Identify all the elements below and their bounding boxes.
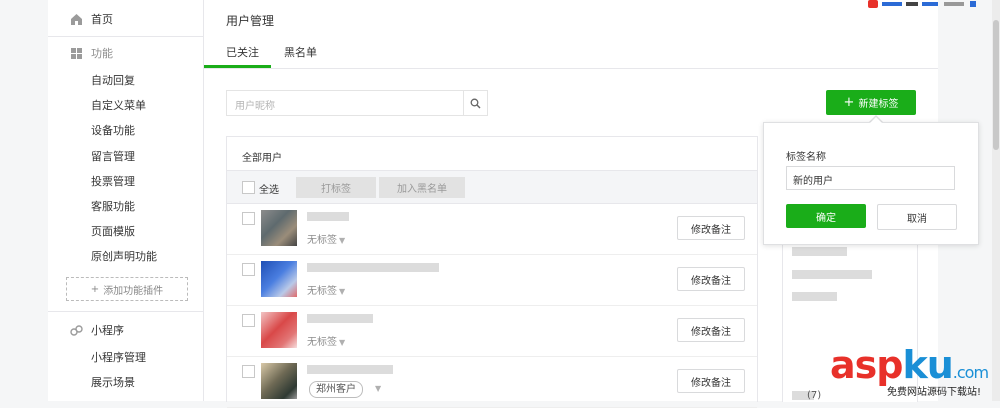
sidebar-item-display-scene[interactable]: 展示场景 (91, 374, 135, 390)
tag-label: 无标签 (307, 337, 337, 348)
sidebar-item-device[interactable]: 设备功能 (91, 122, 135, 138)
popover-arrow-fill (870, 117, 882, 123)
row-tag[interactable]: 无标签 ▼ (307, 231, 345, 246)
sidebar-section-features: 功能 (70, 44, 113, 62)
watermark-part-b: ku (902, 343, 953, 387)
tag-name-label: 标签名称 (786, 152, 826, 163)
table-toolbar: 全选 打标签 加入黑名单 (227, 171, 757, 204)
miniprogram-icon (70, 324, 83, 336)
search-box: 用户昵称 (226, 90, 488, 116)
new-tag-popover: 标签名称 新的用户 确定 取消 (763, 122, 979, 245)
sidebar-item-comments[interactable]: 留言管理 (91, 148, 135, 164)
sidebar: 首页 功能 自动回复 自定义菜单 设备功能 留言管理 投票管理 客服功能 页面模… (48, 0, 204, 401)
select-all-label: 全选 (259, 185, 279, 196)
grid-icon (71, 47, 82, 59)
row-checkbox[interactable] (242, 365, 255, 378)
plus-icon: + (843, 95, 855, 110)
row-tag[interactable]: 无标签 ▼ (307, 333, 345, 348)
table-header-label: 全部用户 (242, 153, 282, 164)
blurred-nickname (307, 263, 439, 272)
caret-down-icon: ▼ (375, 384, 382, 393)
divider (48, 311, 203, 312)
edit-remark-button[interactable]: 修改备注 (677, 267, 745, 291)
search-button[interactable] (463, 91, 487, 115)
sidebar-item-original-claim[interactable]: 原创声明功能 (91, 248, 157, 264)
tag-count: (7) (807, 390, 822, 401)
confirm-button[interactable]: 确定 (786, 204, 866, 228)
add-plugin-button[interactable]: + 添加功能插件 (66, 277, 188, 301)
watermark-logo: aspku.com 免费网站源码下载站! (830, 345, 1000, 401)
sidebar-item-customer-service[interactable]: 客服功能 (91, 198, 135, 214)
search-input[interactable]: 用户昵称 (235, 97, 275, 112)
toolbar-strip-icon (868, 0, 976, 8)
row-tag-pill[interactable]: 郑州客户 (309, 381, 363, 398)
avatar (261, 312, 297, 348)
avatar (261, 261, 297, 297)
section-label: 功能 (91, 47, 113, 60)
sidebar-item-label: 首页 (91, 13, 113, 26)
watermark-part-c: .com (952, 363, 989, 382)
row-checkbox[interactable] (242, 314, 255, 327)
row-tag[interactable]: 无标签 ▼ (307, 282, 345, 297)
sidebar-item-auto-reply[interactable]: 自动回复 (91, 72, 135, 88)
blurred-tag-item (792, 247, 847, 256)
active-tab-indicator (204, 65, 271, 68)
search-icon (470, 98, 481, 108)
sidebar-item-miniprogram-manage[interactable]: 小程序管理 (91, 349, 146, 365)
page-title: 用户管理 (226, 14, 275, 28)
watermark-part-a: asp (830, 343, 903, 387)
sidebar-item-home[interactable]: 首页 (70, 10, 113, 28)
row-checkbox[interactable] (242, 212, 255, 225)
tag-label: 无标签 (307, 286, 337, 297)
select-all-checkbox[interactable] (242, 181, 255, 194)
table-row: 无标签 ▼ 修改备注 (227, 306, 757, 357)
blurred-tag-item (792, 270, 872, 279)
blurred-nickname (307, 314, 373, 323)
avatar (261, 363, 297, 399)
plus-icon: + (90, 283, 100, 295)
new-tag-button[interactable]: + 新建标签 (826, 90, 916, 115)
sidebar-item-custom-menu[interactable]: 自定义菜单 (91, 97, 146, 113)
add-plugin-label: 添加功能插件 (103, 285, 164, 297)
table-row: 无标签 ▼ 修改备注 (227, 204, 757, 255)
cancel-button[interactable]: 取消 (877, 204, 957, 230)
tab-bar: 已关注 黑名单 (204, 35, 938, 69)
sidebar-item-vote[interactable]: 投票管理 (91, 173, 135, 189)
watermark-subtitle: 免费网站源码下载站! (887, 387, 982, 398)
home-icon (71, 13, 82, 25)
blurred-nickname (307, 212, 349, 221)
user-table: 全部用户 全选 打标签 加入黑名单 无标签▼ 修改备注 无标签▼ 修改备注 (226, 136, 758, 408)
blurred-nickname (307, 365, 393, 374)
tag-button[interactable]: 打标签 (296, 177, 376, 198)
tag-name-input[interactable]: 新的用户 (786, 166, 955, 190)
tab-followed[interactable]: 已关注 (226, 44, 259, 60)
caret-down-icon: ▼ (339, 236, 346, 245)
avatar (261, 210, 297, 246)
edit-remark-button[interactable]: 修改备注 (677, 318, 745, 342)
sidebar-item-page-template[interactable]: 页面模版 (91, 223, 135, 239)
blacklist-button[interactable]: 加入黑名单 (379, 177, 465, 198)
row-checkbox[interactable] (242, 263, 255, 276)
caret-down-icon: ▼ (339, 338, 346, 347)
edit-remark-button[interactable]: 修改备注 (677, 216, 745, 240)
edit-remark-button[interactable]: 修改备注 (677, 369, 745, 393)
tab-blacklist[interactable]: 黑名单 (284, 44, 317, 60)
table-header: 全部用户 (227, 137, 757, 171)
section-label: 小程序 (91, 324, 124, 337)
tag-name-value: 新的用户 (793, 176, 833, 187)
caret-down-icon: ▼ (339, 287, 346, 296)
tag-label: 无标签 (307, 235, 337, 246)
table-row: 郑州客户 ▼ 修改备注 (227, 357, 757, 408)
new-tag-label: 新建标签 (858, 99, 899, 110)
blurred-tag-item (792, 292, 837, 301)
scrollbar-thumb[interactable] (993, 20, 999, 150)
table-row: 无标签 ▼ 修改备注 (227, 255, 757, 306)
divider (48, 36, 203, 37)
sidebar-section-miniprogram: 小程序 (70, 321, 124, 339)
